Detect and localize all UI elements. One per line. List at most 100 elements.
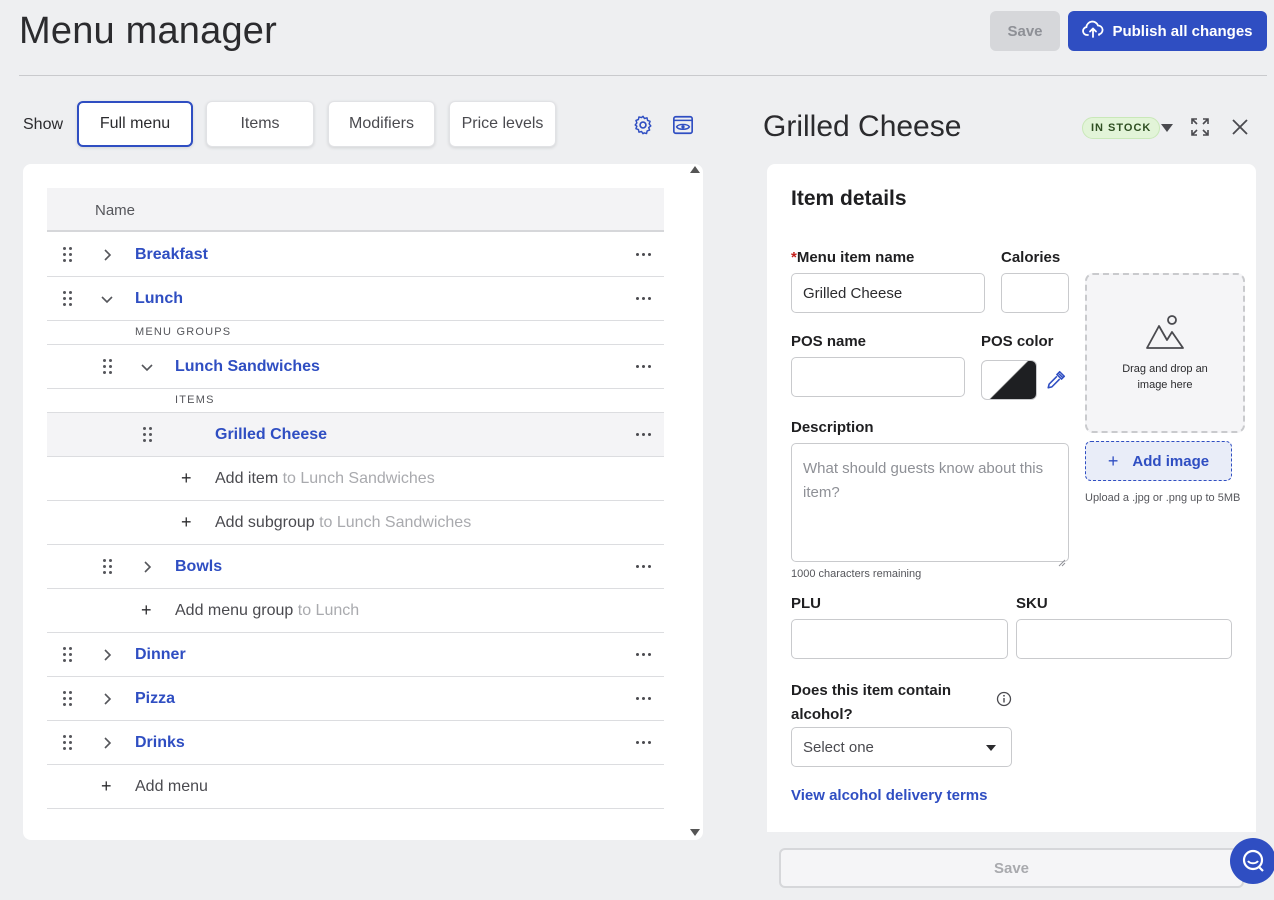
section-row-items: ITEMS: [47, 389, 664, 413]
group-row-bowls[interactable]: Bowls: [47, 545, 664, 589]
menu-link-breakfast[interactable]: Breakfast: [135, 246, 208, 264]
more-options-icon[interactable]: [636, 297, 652, 301]
menu-row-pizza[interactable]: Pizza: [47, 677, 664, 721]
more-options-icon[interactable]: [636, 741, 652, 745]
page-title: Menu manager: [19, 10, 277, 52]
description-textarea[interactable]: What should guests know about this item?: [791, 443, 1069, 567]
menu-row-dinner[interactable]: Dinner: [47, 633, 664, 677]
more-options-icon[interactable]: [636, 433, 652, 437]
chevron-right-icon[interactable]: [100, 692, 114, 706]
show-label: Show: [23, 116, 64, 133]
pos-color-label: POS color: [981, 333, 1054, 350]
menu-row-lunch[interactable]: Lunch: [47, 277, 664, 321]
close-icon[interactable]: [1229, 116, 1251, 138]
footer-save-button[interactable]: Save: [779, 848, 1244, 888]
header-save-button[interactable]: Save: [990, 11, 1060, 51]
drag-handle-icon[interactable]: [143, 427, 153, 443]
alcohol-select[interactable]: Select one: [791, 727, 1012, 767]
menu-groups-label: MENU GROUPS: [135, 326, 232, 338]
calories-input[interactable]: [1001, 273, 1069, 313]
more-options-icon[interactable]: [636, 653, 652, 657]
resize-handle-icon[interactable]: [1058, 551, 1066, 567]
chat-support-icon[interactable]: [1230, 838, 1274, 884]
pos-name-label: POS name: [791, 333, 867, 350]
plus-icon: +: [141, 600, 152, 620]
menu-row-breakfast[interactable]: Breakfast: [47, 233, 664, 277]
items-label: ITEMS: [175, 394, 215, 406]
plus-icon: +: [101, 776, 112, 796]
scroll-down-arrow[interactable]: [690, 829, 700, 836]
add-subgroup-link[interactable]: Add subgroup to Lunch Sandwiches: [215, 514, 471, 532]
settings-gear-icon[interactable]: [631, 113, 655, 137]
dropdown-caret-icon: [986, 745, 996, 751]
image-placeholder-icon: [1145, 314, 1185, 355]
expand-icon[interactable]: [1189, 116, 1211, 138]
drag-handle-icon[interactable]: [63, 691, 73, 707]
publish-all-changes-button[interactable]: Publish all changes: [1068, 11, 1267, 51]
filter-modifiers[interactable]: Modifiers: [328, 101, 435, 147]
header-divider: [19, 75, 1267, 76]
menu-link-dinner[interactable]: Dinner: [135, 646, 186, 664]
description-placeholder: What should guests know about this item?: [803, 460, 1044, 501]
image-drop-zone[interactable]: Drag and drop an image here: [1085, 273, 1245, 433]
menu-link-pizza[interactable]: Pizza: [135, 690, 175, 708]
group-link-lunch-sandwiches[interactable]: Lunch Sandwiches: [175, 358, 320, 376]
plu-input[interactable]: [791, 619, 1008, 659]
drag-handle-icon[interactable]: [103, 559, 113, 575]
add-menu-group-row[interactable]: + Add menu group to Lunch: [47, 589, 664, 633]
name-column-label: Name: [95, 202, 136, 219]
chevron-right-icon[interactable]: [100, 248, 114, 262]
menu-item-name-input[interactable]: Grilled Cheese: [791, 273, 985, 313]
drag-handle-icon[interactable]: [63, 735, 73, 751]
filter-price-levels[interactable]: Price levels: [449, 101, 556, 147]
add-item-link[interactable]: Add item to Lunch Sandwiches: [215, 470, 435, 488]
plu-label: PLU: [791, 595, 821, 612]
tree-column-header: Name: [47, 188, 664, 232]
menu-row-drinks[interactable]: Drinks: [47, 721, 664, 765]
stock-dropdown-caret-icon[interactable]: [1161, 124, 1173, 132]
chevron-down-icon[interactable]: [100, 292, 114, 306]
more-options-icon[interactable]: [636, 365, 652, 369]
add-item-row[interactable]: + Add item to Lunch Sandwiches: [47, 457, 664, 501]
filter-full-menu[interactable]: Full menu: [77, 101, 193, 147]
add-menu-link[interactable]: Add menu: [135, 778, 208, 796]
add-subgroup-row[interactable]: + Add subgroup to Lunch Sandwiches: [47, 501, 664, 545]
eyedropper-icon[interactable]: [1045, 369, 1067, 391]
preview-eye-icon[interactable]: [671, 113, 695, 137]
drop-zone-text: Drag and drop an image here: [1122, 362, 1208, 391]
item-link-grilled-cheese[interactable]: Grilled Cheese: [215, 426, 327, 444]
chevron-right-icon[interactable]: [100, 736, 114, 750]
group-row-lunch-sandwiches[interactable]: Lunch Sandwiches: [47, 345, 664, 389]
more-options-icon[interactable]: [636, 253, 652, 257]
add-menu-group-link[interactable]: Add menu group to Lunch: [175, 602, 359, 620]
scroll-up-arrow[interactable]: [690, 166, 700, 173]
upload-note: Upload a .jpg or .png up to 5MB: [1085, 492, 1241, 504]
menu-link-drinks[interactable]: Drinks: [135, 734, 185, 752]
section-row-menu-groups: MENU GROUPS: [47, 321, 664, 345]
add-menu-row[interactable]: + Add menu: [47, 765, 664, 809]
filter-items[interactable]: Items: [206, 101, 314, 147]
more-options-icon[interactable]: [636, 565, 652, 569]
chevron-right-icon[interactable]: [100, 648, 114, 662]
menu-link-lunch[interactable]: Lunch: [135, 290, 183, 308]
pos-color-swatch[interactable]: [981, 360, 1037, 400]
drag-handle-icon[interactable]: [63, 291, 73, 307]
chevron-down-icon[interactable]: [140, 360, 154, 374]
pos-name-input[interactable]: [791, 357, 965, 397]
alcohol-select-value: Select one: [803, 738, 874, 756]
group-link-bowls[interactable]: Bowls: [175, 558, 222, 576]
info-icon[interactable]: [993, 688, 1015, 710]
chevron-right-icon[interactable]: [140, 560, 154, 574]
add-image-button[interactable]: + Add image: [1085, 441, 1232, 481]
item-row-grilled-cheese[interactable]: Grilled Cheese: [47, 413, 664, 457]
publish-label: Publish all changes: [1112, 22, 1253, 40]
item-detail-title: Grilled Cheese: [763, 110, 962, 143]
drag-handle-icon[interactable]: [63, 647, 73, 663]
drag-handle-icon[interactable]: [63, 247, 73, 263]
stock-status-badge[interactable]: IN STOCK: [1082, 117, 1161, 139]
alcohol-delivery-terms-link[interactable]: View alcohol delivery terms: [791, 787, 987, 804]
drag-handle-icon[interactable]: [103, 359, 113, 375]
calories-label: Calories: [1001, 249, 1061, 266]
more-options-icon[interactable]: [636, 697, 652, 701]
sku-input[interactable]: [1016, 619, 1232, 659]
